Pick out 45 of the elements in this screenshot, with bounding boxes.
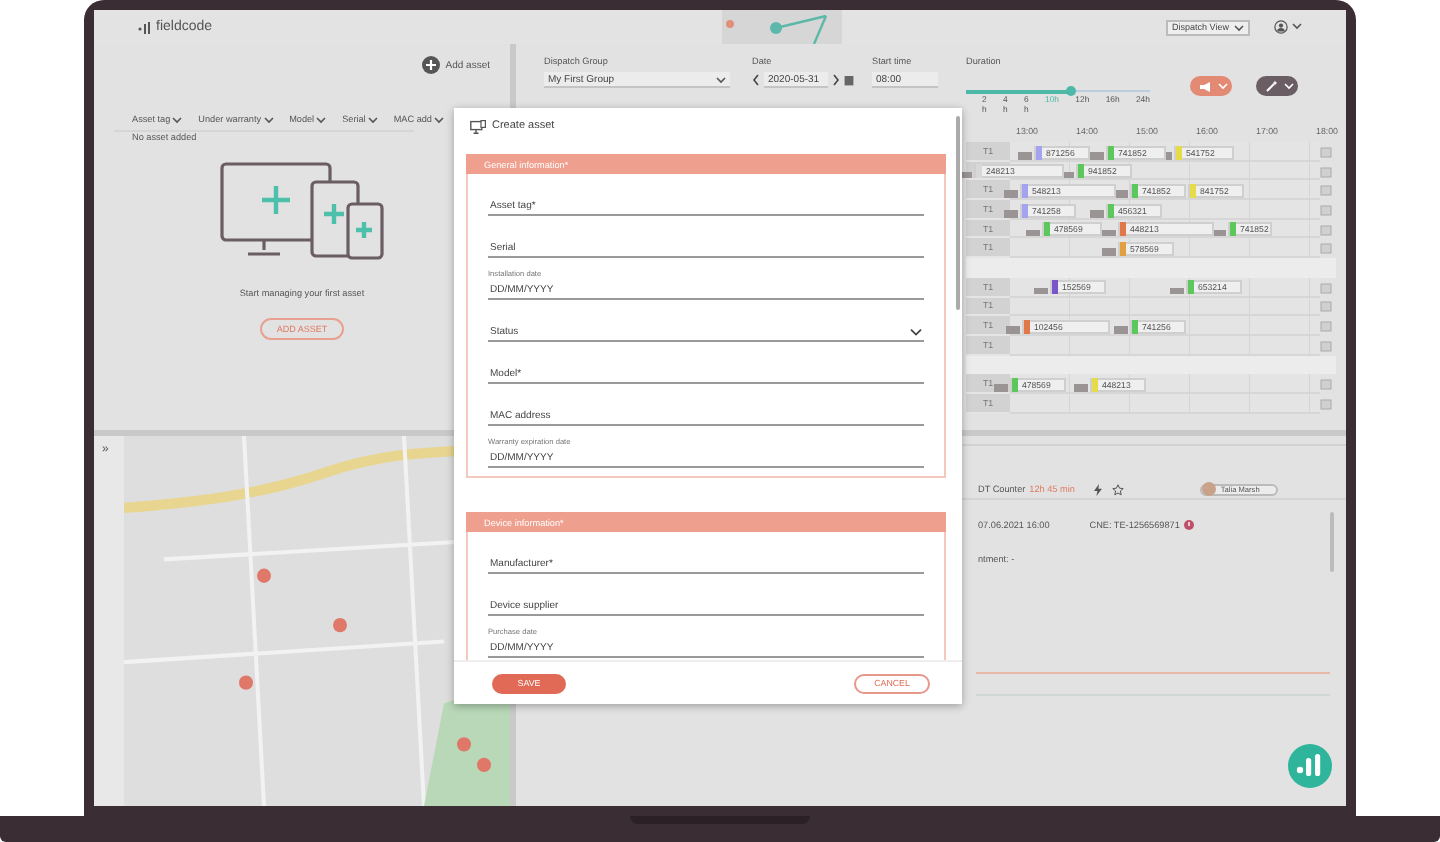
travel-time-bar [1018,152,1032,159]
announce-button[interactable] [1190,76,1232,96]
avatar [1202,482,1217,496]
caret-icon [1218,82,1228,90]
chevron-left-icon[interactable] [752,74,760,86]
magic-wand-icon [1266,80,1278,92]
caret-icon [172,115,183,123]
travel-time-bar [1034,287,1048,295]
calendar-icon[interactable] [844,74,854,86]
lightning-icon[interactable] [1094,483,1103,495]
travel-time-bar [1004,210,1018,218]
chat-button[interactable] [1288,744,1332,788]
chevron-down-icon [910,328,922,336]
monitor-icon [470,119,486,133]
caret-icon [367,115,378,123]
info-icon [1183,520,1194,530]
user-icon[interactable] [1274,20,1289,34]
travel-time-bar [1026,229,1040,237]
caret-icon [433,115,444,123]
travel-time-bar [1074,384,1088,392]
caret-icon [263,115,274,123]
auto-dispatch-button[interactable] [1256,76,1298,96]
caret-icon [316,115,327,123]
travel-time-bar [1114,190,1128,198]
chevron-right-icon[interactable] [832,74,840,86]
logo-icon [138,21,152,33]
travel-time-bar [1212,229,1226,237]
travel-time-bar [1102,229,1116,237]
travel-time-bar [1114,326,1128,334]
plus-circle-icon [421,56,440,74]
caret-icon [1292,21,1303,29]
travel-time-bar [1006,326,1020,334]
travel-time-bar [1004,190,1018,198]
travel-time-bar [1102,248,1116,256]
caret-icon [1284,82,1294,90]
travel-time-bar [1090,210,1104,218]
travel-time-bar [1090,152,1104,159]
travel-time-bar [1170,287,1184,295]
travel-time-bar [1060,171,1074,179]
caret-icon [1234,23,1245,31]
megaphone-icon [1200,81,1212,91]
slider-thumb[interactable] [1065,86,1076,96]
travel-time-bar [994,384,1008,392]
star-icon[interactable] [1112,483,1125,495]
caret-icon [716,75,726,83]
